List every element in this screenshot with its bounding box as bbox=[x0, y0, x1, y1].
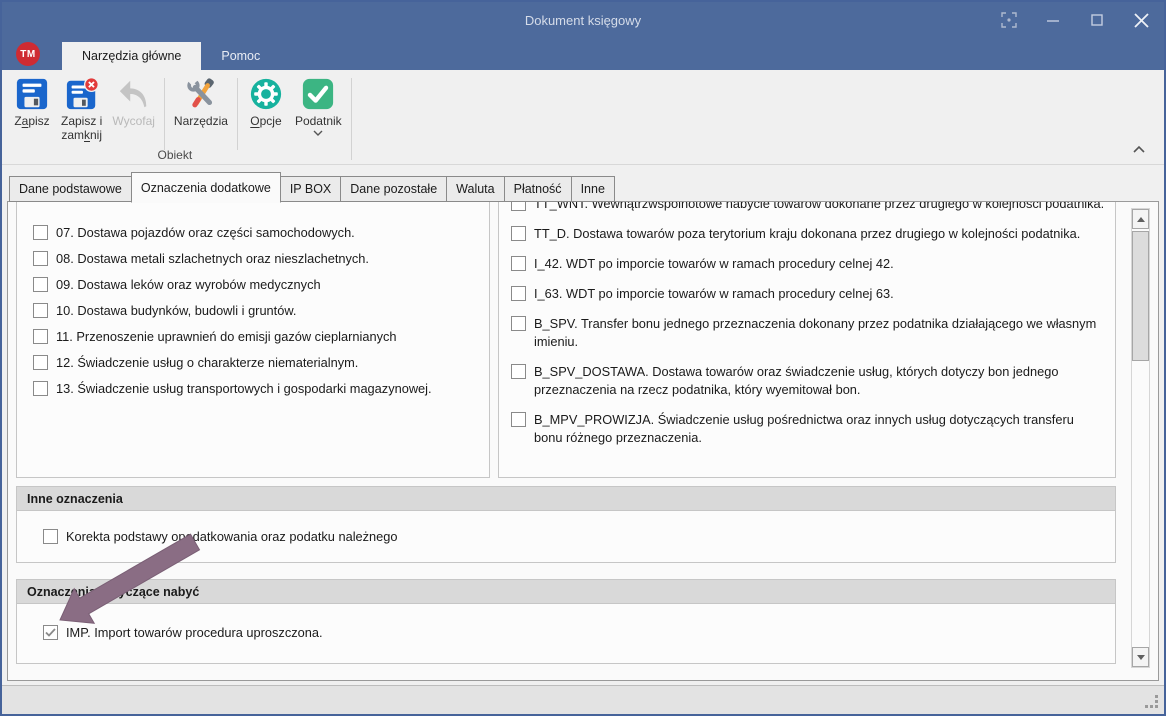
triangle-down-icon bbox=[1137, 655, 1145, 660]
ribbon-group-label: Obiekt bbox=[8, 148, 342, 162]
options-button[interactable]: Opcje bbox=[242, 74, 290, 128]
close-button[interactable] bbox=[1126, 8, 1156, 32]
vertical-scrollbar[interactable] bbox=[1131, 208, 1150, 668]
undo-button[interactable]: Wycofaj bbox=[107, 74, 160, 128]
checkbox-box bbox=[33, 329, 48, 344]
checkbox-box bbox=[33, 355, 48, 370]
checkbox-scroll-region: 07. Dostawa pojazdów oraz części samocho… bbox=[8, 202, 1158, 478]
window-title: Dokument księgowy bbox=[2, 2, 1164, 38]
checkbox-tt-wnt[interactable]: TT_WNT. Wewnątrzwspólnotowe nabycie towa… bbox=[511, 202, 1105, 213]
scroll-down-button[interactable] bbox=[1132, 647, 1149, 667]
save-and-close-label: Zapisz i zamknij bbox=[61, 114, 102, 142]
taxpayer-label: Podatnik bbox=[295, 114, 342, 128]
tab-inne[interactable]: Inne bbox=[571, 176, 615, 202]
groupbox-procedury: TT_WNT. Wewnątrzwspólnotowe nabycie towa… bbox=[498, 202, 1116, 478]
checkbox-box bbox=[511, 226, 526, 241]
checkbox-box bbox=[33, 225, 48, 240]
checkbox-box bbox=[33, 277, 48, 292]
groupbox-dostawy: 07. Dostawa pojazdów oraz części samocho… bbox=[16, 202, 490, 478]
maximize-button[interactable] bbox=[1082, 8, 1112, 32]
checkbox-box bbox=[43, 529, 58, 544]
checkbox-10[interactable]: 10. Dostawa budynków, budowli i gruntów. bbox=[33, 302, 479, 320]
resize-grip[interactable] bbox=[1146, 696, 1158, 708]
checkbox-13[interactable]: 13. Świadczenie usług transportowych i g… bbox=[33, 380, 479, 398]
tools-icon bbox=[183, 76, 219, 112]
section-header: Inne oznaczenia bbox=[17, 487, 1115, 511]
checkbox-box bbox=[511, 364, 526, 379]
save-close-icon bbox=[64, 76, 100, 112]
checkbox-box-checked bbox=[43, 625, 58, 640]
undo-icon bbox=[116, 76, 152, 112]
ribbon-tab-row: TM Narzędzia główne Pomoc bbox=[2, 38, 1164, 70]
ribbon-group-separator bbox=[351, 78, 352, 160]
checkbox-imp[interactable]: IMP. Import towarów procedura uproszczon… bbox=[43, 624, 1115, 642]
title-bar: Dokument księgowy bbox=[2, 2, 1164, 38]
checkbox-11[interactable]: 11. Przenoszenie uprawnień do emisji gaz… bbox=[33, 328, 479, 346]
checkbox-08[interactable]: 08. Dostawa metali szlachetnych oraz nie… bbox=[33, 250, 479, 268]
minimize-button[interactable] bbox=[1038, 8, 1068, 32]
checkbox-b-spv-dostawa[interactable]: B_SPV_DOSTAWA. Dostawa towarów oraz świa… bbox=[511, 363, 1105, 399]
section-body: Korekta podstawy opodatkowania oraz poda… bbox=[17, 511, 1115, 562]
tools-label: Narzędzia bbox=[174, 114, 228, 128]
ribbon-tab-pomoc[interactable]: Pomoc bbox=[201, 42, 280, 70]
app-window: Dokument księgowy TM Narzędzia główne Po… bbox=[0, 0, 1166, 716]
tab-dane-pozostale[interactable]: Dane pozostałe bbox=[340, 176, 446, 202]
taxpayer-button[interactable]: Podatnik bbox=[290, 74, 347, 136]
scroll-up-button[interactable] bbox=[1132, 209, 1149, 229]
tab-ip-box[interactable]: IP BOX bbox=[280, 176, 340, 202]
checkbox-box bbox=[511, 286, 526, 301]
checkbox-box bbox=[511, 316, 526, 331]
save-and-close-button[interactable]: Zapisz i zamknij bbox=[56, 74, 107, 142]
undo-label: Wycofaj bbox=[112, 114, 155, 128]
save-button[interactable]: Zapisz bbox=[8, 74, 56, 128]
ribbon-group-obiekt: Zapisz Zapisz i zamknij bbox=[8, 70, 356, 164]
ribbon-tab-narzedzia-glowne[interactable]: Narzędzia główne bbox=[62, 42, 201, 70]
checkbox-b-mpv-prowizja[interactable]: B_MPV_PROWIZJA. Świadczenie usług pośred… bbox=[511, 411, 1105, 447]
checkbox-korekta[interactable]: Korekta podstawy opodatkowania oraz poda… bbox=[43, 528, 398, 546]
checkbox-box bbox=[33, 251, 48, 266]
tab-page: 07. Dostawa pojazdów oraz części samocho… bbox=[7, 201, 1159, 681]
window-controls bbox=[994, 2, 1156, 38]
collapse-ribbon-button[interactable] bbox=[1128, 140, 1150, 158]
checkbox-i-42[interactable]: I_42. WDT po imporcie towarów w ramach p… bbox=[511, 255, 1105, 273]
status-bar bbox=[2, 685, 1164, 714]
scrollbar-thumb[interactable] bbox=[1132, 231, 1149, 361]
checkbox-tt-d[interactable]: TT_D. Dostawa towarów poza terytorium kr… bbox=[511, 225, 1105, 243]
tab-oznaczenia-dodatkowe[interactable]: Oznaczenia dodatkowe bbox=[131, 172, 281, 203]
ribbon: Zapisz Zapisz i zamknij bbox=[2, 70, 1164, 165]
save-icon bbox=[14, 76, 50, 112]
document-tabstrip: Dane podstawowe Oznaczenia dodatkowe IP … bbox=[7, 165, 1159, 202]
section-inne-oznaczenia: Inne oznaczenia Korekta podstawy opodatk… bbox=[16, 486, 1116, 563]
checkbox-b-spv[interactable]: B_SPV. Transfer bonu jednego przeznaczen… bbox=[511, 315, 1105, 351]
checkbox-box bbox=[511, 412, 526, 427]
checkbox-12[interactable]: 12. Świadczenie usług o charakterze niem… bbox=[33, 354, 479, 372]
section-header: Oznaczenia dotyczące nabyć bbox=[17, 580, 1115, 604]
tools-button[interactable]: Narzędzia bbox=[169, 74, 233, 128]
chevron-down-icon bbox=[313, 130, 323, 136]
focus-mode-icon[interactable] bbox=[994, 8, 1024, 32]
checkbox-box bbox=[511, 202, 526, 211]
options-label: Opcje bbox=[250, 114, 281, 128]
ribbon-separator bbox=[164, 78, 165, 150]
checkbox-box bbox=[511, 256, 526, 271]
checkbox-i-63[interactable]: I_63. WDT po imporcie towarów w ramach p… bbox=[511, 285, 1105, 303]
check-icon bbox=[300, 76, 336, 112]
checkbox-box bbox=[33, 303, 48, 318]
page-wrap: Dane podstawowe Oznaczenia dodatkowe IP … bbox=[2, 165, 1164, 681]
section-oznaczenia-nabyc: Oznaczenia dotyczące nabyć IMP. Import t… bbox=[16, 579, 1116, 664]
tab-dane-podstawowe[interactable]: Dane podstawowe bbox=[9, 176, 131, 202]
section-body: IMP. Import towarów procedura uproszczon… bbox=[17, 604, 1115, 663]
app-logo[interactable]: TM bbox=[16, 42, 40, 66]
tab-platnosc[interactable]: Płatność bbox=[504, 176, 571, 202]
triangle-up-icon bbox=[1137, 217, 1145, 222]
gear-icon bbox=[248, 76, 284, 112]
checkbox-09[interactable]: 09. Dostawa leków oraz wyrobów medycznyc… bbox=[33, 276, 479, 294]
ribbon-separator bbox=[237, 78, 238, 150]
checkbox-07[interactable]: 07. Dostawa pojazdów oraz części samocho… bbox=[33, 224, 479, 242]
save-label: Zapisz bbox=[14, 114, 49, 128]
tab-waluta[interactable]: Waluta bbox=[446, 176, 503, 202]
checkbox-box bbox=[33, 381, 48, 396]
